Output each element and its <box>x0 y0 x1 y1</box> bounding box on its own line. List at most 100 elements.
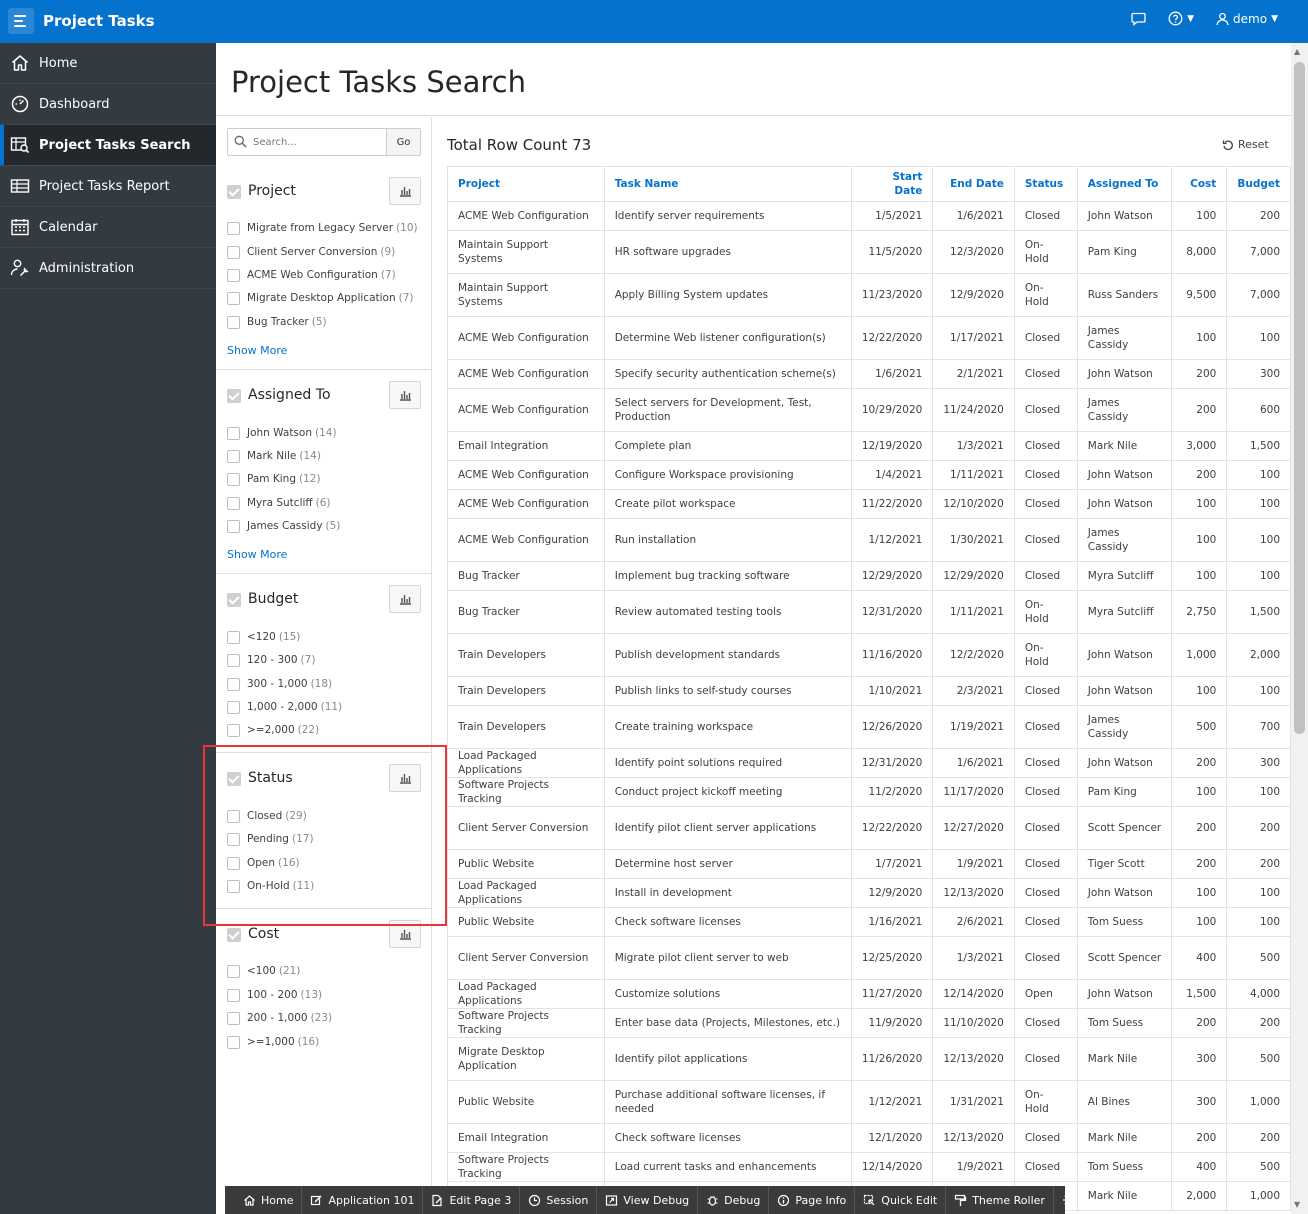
devbar-session-button[interactable]: Session <box>520 1186 598 1214</box>
table-cell-assigned-to: John Watson <box>1076 489 1173 519</box>
facet-option[interactable]: Client Server Conversion (9) <box>227 244 395 260</box>
column-header-cost[interactable]: Cost <box>1171 166 1228 202</box>
go-button[interactable]: Go <box>386 129 420 155</box>
devbar-home-button[interactable]: Home <box>235 1186 303 1214</box>
facet-option[interactable]: Myra Sutcliff (6) <box>227 495 331 511</box>
facet-option-checkbox[interactable] <box>227 1035 240 1049</box>
scrollbar-thumb[interactable] <box>1294 62 1305 734</box>
devbar-settings-button[interactable] <box>1054 1186 1084 1214</box>
show-more-link[interactable]: Show More <box>227 548 287 561</box>
column-header-budget[interactable]: Budget <box>1226 166 1291 202</box>
column-header-status[interactable]: Status <box>1013 166 1078 202</box>
table-cell-assigned-to: Al Bines <box>1076 1080 1173 1124</box>
facet-option[interactable]: 100 - 200 (13) <box>227 987 322 1003</box>
facet-option-checkbox[interactable] <box>227 268 240 282</box>
facet-option-checkbox[interactable] <box>227 988 240 1002</box>
app-title[interactable]: Project Tasks <box>43 12 155 30</box>
table-row: ACME Web Configuration Select servers for… <box>447 388 1291 432</box>
facet-option-checkbox[interactable] <box>227 449 240 463</box>
sidebar-item-administration[interactable]: Administration <box>0 248 216 289</box>
facet-option-checkbox[interactable] <box>227 291 240 305</box>
facet-option[interactable]: Mark Nile (14) <box>227 448 321 464</box>
facet-option-checkbox[interactable] <box>227 221 240 235</box>
search-input[interactable] <box>228 129 386 155</box>
table-cell-status: Closed <box>1013 359 1078 389</box>
facet-option-checkbox[interactable] <box>227 426 240 440</box>
edit-page-icon <box>432 1194 443 1206</box>
show-chart-button[interactable] <box>389 381 421 409</box>
table-cell-cost: 2,000 <box>1171 1181 1228 1211</box>
facet-option[interactable]: <120 (15) <box>227 629 300 645</box>
devbar-item-label: View Debug <box>623 1193 690 1207</box>
facet-option[interactable]: >=1,000 (16) <box>227 1034 319 1050</box>
reset-button[interactable]: Reset <box>1222 138 1269 151</box>
facet-option-checkbox[interactable] <box>227 700 240 714</box>
table-cell-assigned-to: Myra Sutcliff <box>1076 561 1173 591</box>
sidebar-item-project-tasks-search[interactable]: Project Tasks Search <box>0 125 216 166</box>
facet-option[interactable]: 300 - 1,000 (18) <box>227 676 332 692</box>
scroll-up-arrow-icon[interactable]: ▲ <box>1294 47 1300 56</box>
devbar-debug-button[interactable]: Debug <box>698 1186 770 1214</box>
facet-option-checkbox[interactable] <box>227 653 240 667</box>
sidebar-item-calendar[interactable]: Calendar <box>0 207 216 248</box>
sidebar-item-project-tasks-report[interactable]: Project Tasks Report <box>0 166 216 207</box>
table-cell-status: On-Hold <box>1013 273 1078 317</box>
devbar-page-info-button[interactable]: Page Info <box>769 1186 856 1214</box>
facet-option-checkbox[interactable] <box>227 315 240 329</box>
scroll-down-arrow-icon[interactable]: ▼ <box>1294 1200 1300 1209</box>
devbar-item-label: Debug <box>724 1193 761 1207</box>
show-chart-button[interactable] <box>389 177 421 205</box>
facet-option[interactable]: 200 - 1,000 (23) <box>227 1010 332 1026</box>
table-cell-project: Maintain Support Systems <box>447 230 605 274</box>
show-more-link[interactable]: Show More <box>227 344 287 357</box>
facet-option[interactable]: >=2,000 (22) <box>227 722 319 738</box>
facet-option-checkbox[interactable] <box>227 677 240 691</box>
facet-option-checkbox[interactable] <box>227 472 240 486</box>
devbar-application-101-button[interactable]: Application 101 <box>302 1186 424 1214</box>
facet-option-checkbox[interactable] <box>227 496 240 510</box>
column-header-start-date[interactable]: Start Date <box>850 166 934 202</box>
facet-option-checkbox[interactable] <box>227 723 240 737</box>
facet-option[interactable]: 1,000 - 2,000 (11) <box>227 699 342 715</box>
table-cell-assigned-to: Scott Spencer <box>1076 936 1173 980</box>
devbar-view-debug-button[interactable]: View Debug <box>597 1186 699 1214</box>
user-menu-button[interactable]: demo ▼ <box>1216 12 1278 26</box>
facet-toggle-checkbox[interactable] <box>227 185 241 199</box>
facet-option[interactable]: Migrate Desktop Application (7) <box>227 290 414 306</box>
facet-option-checkbox[interactable] <box>227 964 240 978</box>
facet-option-checkbox[interactable] <box>227 1011 240 1025</box>
table-cell-assigned-to: Myra Sutcliff <box>1076 590 1173 634</box>
table-cell-end-date: 12/14/2020 <box>932 979 1015 1009</box>
column-header-task-name[interactable]: Task Name <box>603 166 852 202</box>
sidebar-item-dashboard[interactable]: Dashboard <box>0 84 216 125</box>
table-cell-end-date: 11/17/2020 <box>932 777 1015 807</box>
column-header-project[interactable]: Project <box>447 166 605 202</box>
facet-option-checkbox[interactable] <box>227 245 240 259</box>
facet-option[interactable]: John Watson (14) <box>227 425 337 441</box>
facet-option[interactable]: Bug Tracker (5) <box>227 314 327 330</box>
sidebar-item-home[interactable]: Home <box>0 43 216 84</box>
facet-option-checkbox[interactable] <box>227 519 240 533</box>
column-header-end-date[interactable]: End Date <box>932 166 1015 202</box>
facet-option-count: (7) <box>300 654 316 666</box>
devbar-edit-page-3-button[interactable]: Edit Page 3 <box>423 1186 521 1214</box>
facet-option[interactable]: Migrate from Legacy Server (10) <box>227 220 418 236</box>
facet-option[interactable]: 120 - 300 (7) <box>227 652 315 668</box>
help-menu-button[interactable]: ▼ <box>1168 11 1194 26</box>
facet-option[interactable]: James Cassidy (5) <box>227 518 340 534</box>
facet-option-checkbox[interactable] <box>227 630 240 644</box>
feedback-button[interactable] <box>1131 12 1146 26</box>
show-chart-button[interactable] <box>389 585 421 613</box>
facet-toggle-checkbox[interactable] <box>227 928 241 942</box>
table-cell-assigned-to: Scott Spencer <box>1076 806 1173 850</box>
status-facet-highlight <box>203 745 447 926</box>
column-header-assigned-to[interactable]: Assigned To <box>1076 166 1173 202</box>
facet-option[interactable]: <100 (21) <box>227 963 300 979</box>
facet-toggle-checkbox[interactable] <box>227 593 241 607</box>
devbar-quick-edit-button[interactable]: Quick Edit <box>855 1186 947 1214</box>
facet-option[interactable]: ACME Web Configuration (7) <box>227 267 396 283</box>
facet-option[interactable]: Pam King (12) <box>227 471 321 487</box>
devbar-theme-roller-button[interactable]: Theme Roller <box>946 1186 1054 1214</box>
facet-toggle-checkbox[interactable] <box>227 389 241 403</box>
navigation-menu-button[interactable] <box>8 8 34 34</box>
